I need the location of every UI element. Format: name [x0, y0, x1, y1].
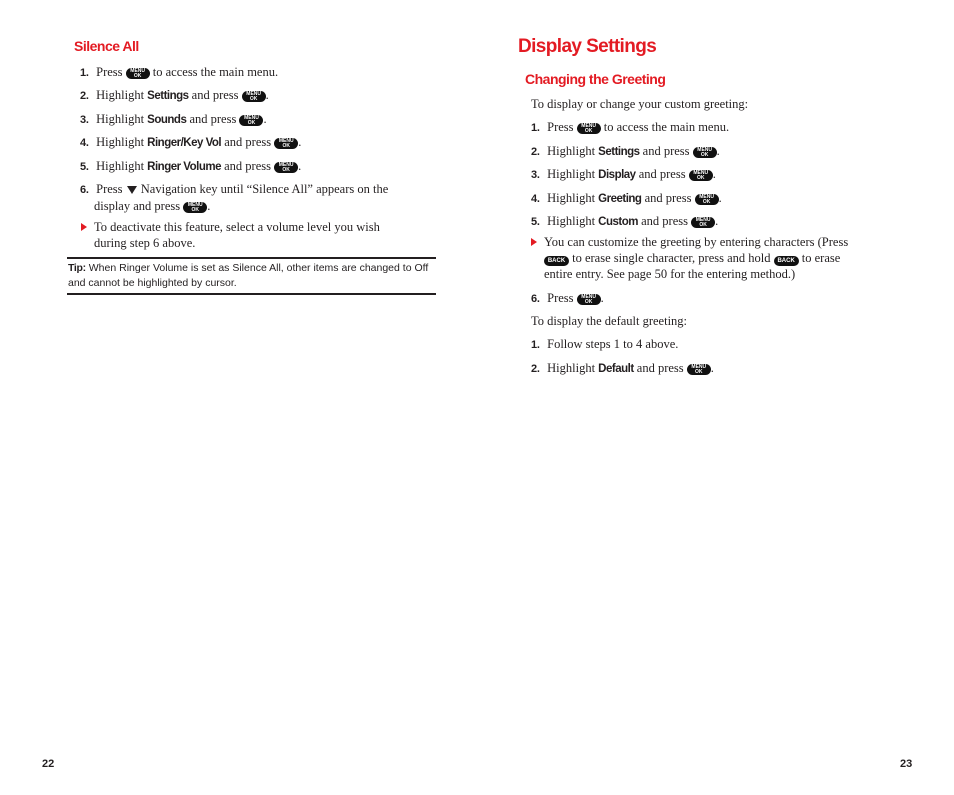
menu-ok-key-icon: MENU OK [694, 194, 719, 205]
section-title-changing-greeting: Changing the Greeting [525, 71, 666, 87]
step-2: 2. Highlight Settings and press MENU OK. [80, 88, 269, 102]
default-intro-text: To display the default greeting: [531, 314, 688, 328]
menu-ok-key-icon: MENU OK [183, 202, 208, 213]
menu-ok-key-icon: MENU OK [686, 364, 711, 375]
down-arrow-icon [126, 186, 137, 194]
menu-ok-key-icon: MENU OK [576, 123, 601, 134]
note-customize-line3: entire entry. See page 50 for the enteri… [544, 267, 796, 281]
step-4: 4. Highlight Greeting and press MENU OK. [531, 191, 722, 205]
menu-ok-key-icon: MENU OK [692, 147, 717, 158]
tip-box: Tip: When Ringer Volume is set as Silenc… [68, 262, 429, 289]
left-page: Silence All 1. Press MENU OK to access th… [0, 0, 477, 795]
note-customize-line2: BACK to erase single character, press an… [544, 250, 840, 266]
menu-ok-key-icon: MENU OK [274, 162, 299, 173]
step-3: 3. Highlight Sounds and press MENU OK. [80, 112, 267, 126]
step-5: 5. Highlight Custom and press MENU OK. [531, 214, 719, 228]
page-number-left: 22 [42, 758, 55, 770]
menu-ok-key-icon: MENU OK [576, 294, 601, 305]
note-customize: You can customize the greeting by enteri… [531, 234, 848, 250]
note-deactivate-continued: during step 6 above. [94, 236, 196, 250]
page-number-right: 23 [900, 758, 913, 770]
menu-ok-key-icon: MENU OK [274, 138, 299, 149]
menu-ok-key-icon: MENU OK [241, 91, 266, 102]
tip-bottom-rule [67, 293, 436, 295]
section-title-silence-all: Silence All [74, 38, 139, 54]
menu-ok-key-icon: MENU OK [125, 68, 150, 79]
back-key-icon: BACK [773, 256, 799, 266]
step-1: 1. Press MENU OK to access the main menu. [531, 120, 730, 134]
intro-text: To display or change your custom greetin… [531, 97, 749, 111]
menu-ok-key-icon: MENU OK [239, 115, 264, 126]
back-key-icon: BACK [544, 256, 569, 266]
step-2: 2. Highlight Settings and press MENU OK. [531, 144, 720, 158]
step-4: 4. Highlight Ringer/Key Vol and press ME… [80, 135, 302, 149]
bullet-arrow-icon [81, 223, 87, 231]
menu-ok-key-icon: MENU OK [688, 170, 713, 181]
right-page: Display Settings Changing the Greeting T… [477, 0, 954, 795]
step-1: 1. Press MENU OK to access the main menu. [80, 65, 279, 79]
step-6-continued: display and press MENU OK. [94, 199, 211, 213]
menu-ok-key-icon: MENU OK [691, 217, 716, 228]
page-title: Display Settings [518, 36, 657, 57]
default-step-1: 1. Follow steps 1 to 4 above. [531, 337, 679, 351]
step-6: 6. Press MENU OK. [531, 291, 604, 305]
step-5: 5. Highlight Ringer Volume and press MEN… [80, 159, 302, 173]
note-deactivate: To deactivate this feature, select a vol… [81, 219, 380, 235]
tip-top-rule [67, 257, 436, 259]
step-6: 6. Press Navigation key until “Silence A… [80, 182, 389, 196]
bullet-arrow-icon [531, 238, 537, 246]
step-3: 3. Highlight Display and press MENU OK. [531, 167, 716, 181]
default-step-2: 2. Highlight Default and press MENU OK. [531, 361, 714, 375]
